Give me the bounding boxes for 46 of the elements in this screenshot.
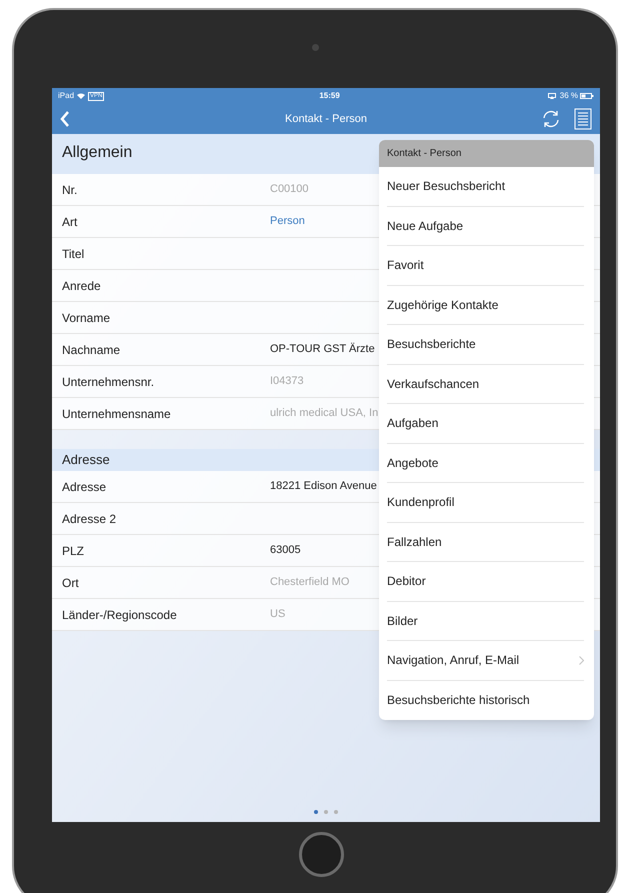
navigation-title: Kontakt - Person bbox=[285, 112, 367, 127]
menu-item[interactable]: Besuchsberichte bbox=[379, 325, 594, 364]
field-value: Chesterfield MO bbox=[270, 575, 350, 590]
menu-item[interactable]: Favorit bbox=[379, 246, 594, 286]
wifi-icon bbox=[77, 93, 86, 99]
menu-item[interactable]: Bilder bbox=[379, 602, 594, 641]
field-value: 63005 bbox=[270, 543, 301, 558]
field-label: Anrede bbox=[62, 278, 102, 294]
field-label: Unternehmensname bbox=[62, 406, 172, 422]
menu-item[interactable]: Verkaufschancen bbox=[379, 364, 594, 404]
field-label: Adresse 2 bbox=[62, 510, 118, 528]
field-label: Nr. bbox=[62, 182, 78, 198]
field-value: C00100 bbox=[270, 182, 309, 198]
field-label: Unternehmensnr. bbox=[62, 374, 156, 390]
battery-icon bbox=[580, 93, 594, 99]
field-value: Person bbox=[270, 214, 305, 230]
field-value: US bbox=[270, 607, 286, 622]
field-label: Vorname bbox=[62, 310, 112, 326]
field-label: Art bbox=[62, 214, 78, 230]
airplay-icon bbox=[548, 93, 556, 99]
menu-item[interactable]: Neue Aufgabe bbox=[379, 206, 594, 246]
menu-header: Kontakt - Person bbox=[379, 140, 594, 167]
menu-item[interactable]: Navigation, Anruf, E-Mail bbox=[379, 641, 594, 680]
menu-item[interactable]: Zugehörige Kontakte bbox=[379, 286, 594, 325]
menu-item[interactable]: Besuchsberichte historisch bbox=[379, 680, 594, 720]
menu-item[interactable]: Fallzahlen bbox=[379, 522, 594, 562]
menu-item[interactable]: Aufgaben bbox=[379, 404, 594, 444]
menu-list-icon[interactable] bbox=[574, 108, 592, 130]
camera-icon bbox=[312, 44, 319, 51]
field-label: Titel bbox=[62, 246, 86, 262]
field-value: ulrich medical USA, In bbox=[270, 406, 378, 422]
field-label: Ort bbox=[62, 574, 80, 592]
menu-item[interactable]: Debitor bbox=[379, 562, 594, 602]
menu-item[interactable]: Kundenprofil bbox=[379, 483, 594, 522]
field-label: Länder-/Regionscode bbox=[62, 606, 178, 624]
field-label: Adresse bbox=[62, 478, 108, 496]
field-label: PLZ bbox=[62, 542, 86, 560]
home-button[interactable] bbox=[299, 832, 344, 877]
field-value: OP-TOUR GST Ärzte bbox=[270, 342, 375, 358]
clock: 15:59 bbox=[319, 90, 340, 102]
field-value: I04373 bbox=[270, 374, 304, 390]
battery-level: 36 % bbox=[560, 90, 578, 102]
chevron-icon bbox=[579, 656, 584, 665]
field-value: 18221 Edison Avenue bbox=[270, 479, 377, 494]
field-label: Nachname bbox=[62, 342, 122, 358]
device-name: iPad bbox=[58, 90, 74, 102]
